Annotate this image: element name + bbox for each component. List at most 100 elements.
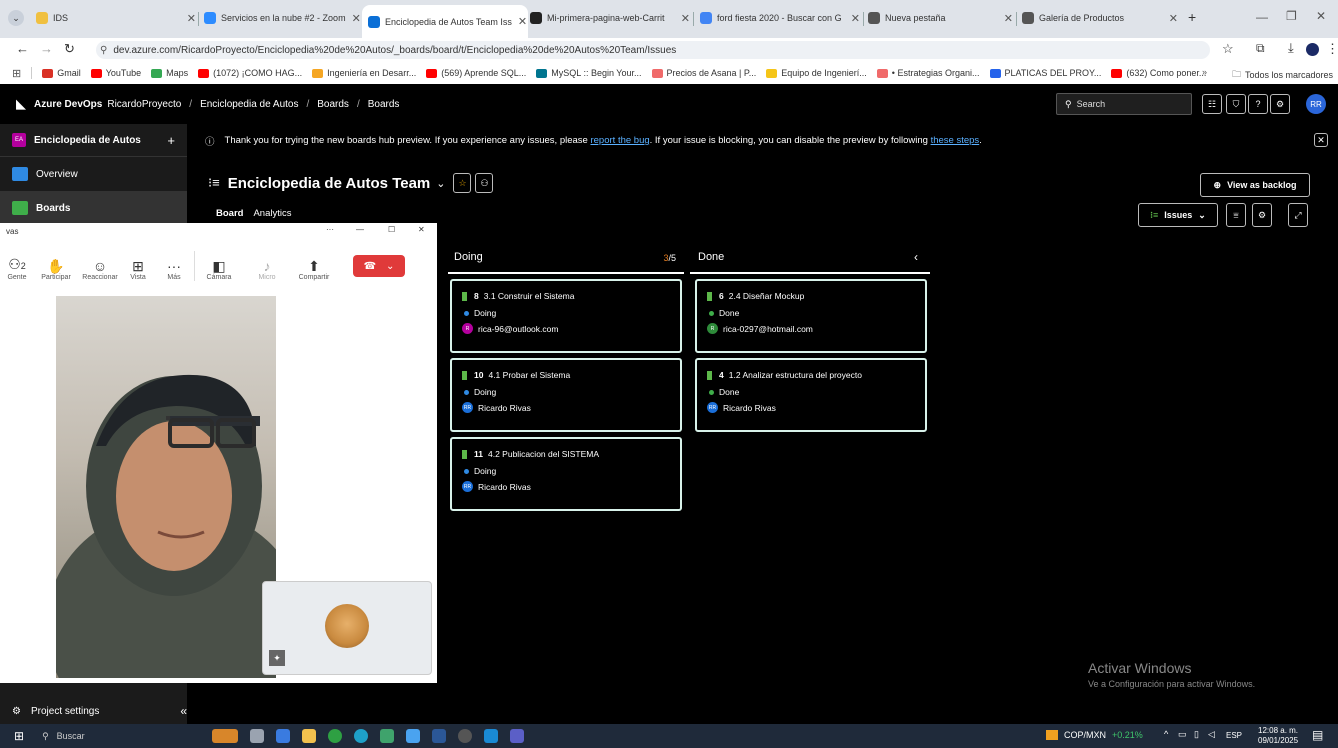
card-assignee[interactable]: rica-96@outlook.com xyxy=(478,324,558,334)
sidebar-item-project-settings[interactable]: ⚙ Project settings « xyxy=(0,694,187,728)
work-item-card[interactable]: 11 4.2 Publicacion del SISTEMA Doing RR Ri… xyxy=(450,437,682,511)
card-assignee[interactable]: rica-0297@hotmail.com xyxy=(723,324,813,334)
bookmark-item[interactable]: (632) Como poner... xyxy=(1111,68,1206,78)
work-item-card[interactable]: 8 3.1 Construir el Sistema Doing Rrica-96… xyxy=(450,279,682,353)
close-icon[interactable]: ✕ xyxy=(418,225,425,234)
battery-icon[interactable]: ▯ xyxy=(1194,729,1199,740)
card-assignee[interactable]: Ricardo Rivas xyxy=(478,482,531,492)
filter-icon[interactable]: ⩸ xyxy=(1226,203,1246,227)
site-info-icon[interactable]: ⚲ xyxy=(100,45,107,56)
team-members-icon[interactable]: ⚇ xyxy=(475,173,494,193)
reload-icon[interactable]: ↻ xyxy=(64,41,75,57)
restore-window-button[interactable]: ❐ xyxy=(1286,9,1297,23)
bookmark-item[interactable]: Precios de Asana | P... xyxy=(651,68,756,78)
new-item-plus-icon[interactable]: + xyxy=(167,133,175,148)
people-button[interactable]: ⚇2 Gente xyxy=(0,241,34,287)
help-icon[interactable]: ? xyxy=(1248,94,1268,114)
ticker-widget[interactable]: COP/MXN +0.21% xyxy=(1046,730,1143,740)
vscode-icon[interactable] xyxy=(484,729,499,743)
breadcrumb-project[interactable]: Enciclopedia de Autos xyxy=(200,99,298,110)
report-bug-link[interactable]: report the bug xyxy=(590,135,649,146)
bookmark-item[interactable]: • Estrategias Organi... xyxy=(876,68,980,78)
project-selector[interactable]: EA Enciclopedia de Autos + xyxy=(0,124,187,156)
self-view-video[interactable]: ✦ xyxy=(262,581,432,675)
card-title[interactable]: 1.2 Analizar estructura del proyecto xyxy=(729,370,862,380)
team-name[interactable]: Enciclopedia de Autos Team xyxy=(228,175,431,192)
clock[interactable]: 12:08 a. m. 09/01/2025 xyxy=(1258,726,1298,746)
new-tab-button[interactable]: + xyxy=(1188,9,1196,25)
share-button[interactable]: ⬆ Compartir xyxy=(291,241,337,287)
card-state[interactable]: Done xyxy=(719,308,739,318)
app-icon[interactable] xyxy=(276,729,291,743)
close-tab-icon[interactable]: ✕ xyxy=(181,12,196,25)
tab-analytics[interactable]: Analytics xyxy=(253,208,291,219)
bookmark-item[interactable]: Maps xyxy=(151,68,188,78)
sidebar-item-overview[interactable]: Overview xyxy=(0,156,187,191)
zoom-meeting-window[interactable]: vas ··· — ☐ ✕ ⚇2 Gente ✋ Participar ☺ Reacc… xyxy=(0,223,437,683)
address-bar[interactable]: ⚲ dev.azure.com/RicardoProyecto/Enciclop… xyxy=(96,41,1210,59)
fullscreen-expand-icon[interactable]: ⤢ xyxy=(1288,203,1308,227)
work-item-card[interactable]: 4 1.2 Analizar estructura del proyecto Do… xyxy=(695,358,927,432)
all-bookmarks-folder[interactable]: 🗀 Todos los marcadores xyxy=(1232,67,1333,83)
word-icon[interactable] xyxy=(432,729,447,743)
more-bookmarks-icon[interactable]: » xyxy=(1202,67,1207,77)
profile-icon[interactable] xyxy=(1306,43,1319,56)
breadcrumb-boards-current[interactable]: Boards xyxy=(368,99,400,110)
sidebar-item-boards[interactable]: Boards xyxy=(0,191,187,225)
card-state[interactable]: Doing xyxy=(474,387,496,397)
card-title[interactable]: 3.1 Construir el Sistema xyxy=(484,291,575,301)
windows-start-icon[interactable]: ⊞ xyxy=(14,729,24,743)
bookmark-item[interactable]: YouTube xyxy=(90,68,141,78)
language-indicator[interactable]: ESP xyxy=(1226,731,1242,740)
camera-button[interactable]: ◧ Cámara xyxy=(195,241,243,287)
minimize-window-button[interactable]: — xyxy=(1256,10,1268,24)
close-window-button[interactable]: ✕ xyxy=(1316,9,1326,23)
app-icon[interactable] xyxy=(380,729,395,743)
browser-tab-active[interactable]: Enciclopedia de Autos Team Iss ✕ xyxy=(362,5,528,38)
org-name[interactable]: RicardoProyecto xyxy=(107,99,181,110)
issues-backlog-selector[interactable]: ⁝≡ Issues ⌄ xyxy=(1138,203,1218,227)
browser-tab[interactable]: Galería de Productos ✕ xyxy=(1022,5,1178,31)
bookmark-item[interactable]: MySQL :: Begin Your... xyxy=(536,68,642,78)
bookmark-item[interactable]: Ingeniería en Desarr... xyxy=(312,68,416,78)
pin-icon[interactable]: ✦ xyxy=(269,650,285,666)
card-title[interactable]: 2.4 Diseñar Mockup xyxy=(729,291,805,301)
close-tab-icon[interactable]: ✕ xyxy=(675,12,690,25)
bookmark-item[interactable]: (569) Aprende SQL... xyxy=(426,68,526,78)
close-tab-icon[interactable]: ✕ xyxy=(998,12,1013,25)
app-icon[interactable] xyxy=(302,729,317,743)
bookmark-item[interactable]: (1072) ¡COMO HAG... xyxy=(198,68,302,78)
edge-icon[interactable] xyxy=(354,729,369,743)
react-button[interactable]: ☺ Reaccionar xyxy=(78,241,122,287)
more-options-icon[interactable]: ··· xyxy=(326,225,334,234)
taskbar-search[interactable]: ⚲ Buscar xyxy=(42,731,162,742)
work-item-card[interactable]: 6 2.4 Diseñar Mockup Done Rrica-0297@hotm… xyxy=(695,279,927,353)
tab-board[interactable]: Board xyxy=(216,208,243,219)
bookmark-item[interactable]: Equipo de Ingenierí... xyxy=(766,68,867,78)
minimize-icon[interactable]: — xyxy=(356,225,364,234)
browser-tab[interactable]: IDS ✕ xyxy=(36,5,196,31)
collapse-sidebar-icon[interactable]: « xyxy=(180,704,187,718)
bookmark-star-icon[interactable]: ☆ xyxy=(1222,41,1234,57)
volume-icon[interactable]: ◁ xyxy=(1208,729,1215,740)
work-item-card[interactable]: 10 4.1 Probar el Sistema Doing RR Ricardo … xyxy=(450,358,682,432)
search-box[interactable]: ⚲ Search xyxy=(1056,93,1192,115)
browser-menu-icon[interactable]: ⋮ xyxy=(1326,41,1338,57)
chevron-down-icon[interactable]: ⌄ xyxy=(436,177,445,190)
card-state[interactable]: Doing xyxy=(474,466,496,476)
task-view-icon[interactable] xyxy=(250,729,265,743)
tab-search-button[interactable]: ⌄ xyxy=(8,10,24,26)
forward-arrow-icon[interactable]: → xyxy=(40,41,53,56)
github-icon[interactable] xyxy=(458,729,473,743)
tray-chevron-icon[interactable]: ^ xyxy=(1164,729,1168,739)
network-icon[interactable]: ▭ xyxy=(1178,729,1187,740)
bookmark-item[interactable]: Gmail xyxy=(42,68,81,78)
collapse-column-icon[interactable]: ‹ xyxy=(914,250,918,264)
more-button[interactable]: ··· Más xyxy=(154,241,194,287)
browser-tab[interactable]: Nueva pestaña ✕ xyxy=(868,5,1013,31)
download-icon[interactable]: ⤓ xyxy=(1288,40,1294,56)
azure-devops-logo-icon[interactable]: ◣ xyxy=(16,96,26,112)
widgets-icon[interactable] xyxy=(212,729,239,743)
bookmark-item[interactable]: PLATICAS DEL PROY... xyxy=(989,68,1101,78)
mic-button[interactable]: ♪ Micro xyxy=(243,241,291,287)
